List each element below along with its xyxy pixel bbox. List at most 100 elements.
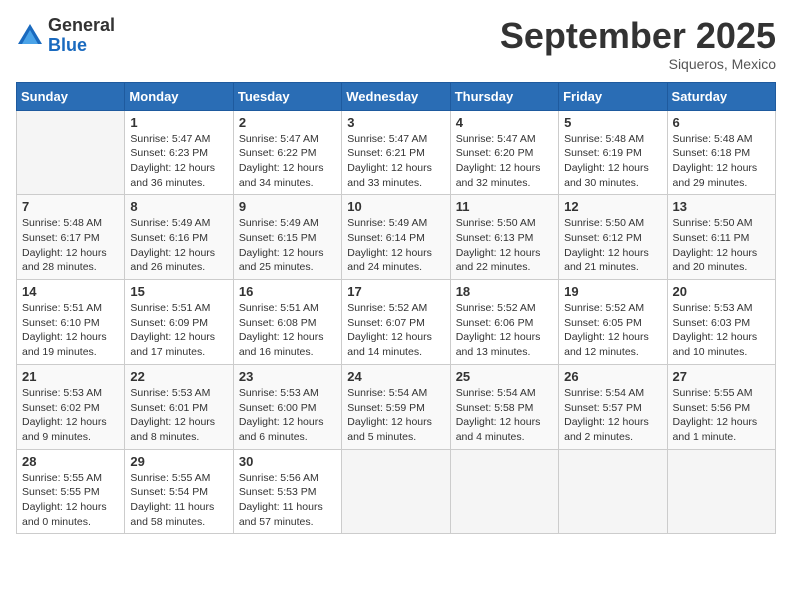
day-info: Sunrise: 5:50 AM Sunset: 6:12 PM Dayligh… — [564, 216, 661, 275]
day-number: 18 — [456, 284, 553, 299]
calendar-cell: 22Sunrise: 5:53 AM Sunset: 6:01 PM Dayli… — [125, 364, 233, 449]
calendar-cell: 28 Sunrise: 5:55 AM Sunset: 5:55 PM Dayli… — [17, 449, 125, 534]
calendar-cell: 11Sunrise: 5:50 AM Sunset: 6:13 PM Dayli… — [450, 195, 558, 280]
day-info: Sunrise: 5:53 AM Sunset: 6:02 PM Dayligh… — [22, 386, 119, 445]
day-number: 5 — [564, 115, 661, 130]
day-info: Sunrise: 5:55 AM Sunset: 5:55 PM Dayligh… — [22, 471, 119, 530]
weekday-header-friday: Friday — [559, 82, 667, 110]
weekday-header-monday: Monday — [125, 82, 233, 110]
day-number: 21 — [22, 369, 119, 384]
day-info: Sunrise: 5:55 AM Sunset: 5:54 PM Dayligh… — [130, 471, 227, 530]
calendar-cell: 18 Sunrise: 5:52 AM Sunset: 6:06 PM Dayli… — [450, 280, 558, 365]
calendar-week-row: 7 Sunrise: 5:48 AM Sunset: 6:17 PM Daylig… — [17, 195, 776, 280]
day-number: 27 — [673, 369, 770, 384]
calendar-cell: 6 Sunrise: 5:48 AM Sunset: 6:18 PM Daylig… — [667, 110, 775, 195]
day-number: 3 — [347, 115, 444, 130]
logo: General Blue — [16, 16, 115, 56]
calendar-cell: 29 Sunrise: 5:55 AM Sunset: 5:54 PM Dayli… — [125, 449, 233, 534]
day-info: Sunrise: 5:52 AM Sunset: 6:05 PM Dayligh… — [564, 301, 661, 360]
calendar-cell — [342, 449, 450, 534]
calendar-cell: 9 Sunrise: 5:49 AM Sunset: 6:15 PM Daylig… — [233, 195, 341, 280]
calendar-week-row: 1 Sunrise: 5:47 AM Sunset: 6:23 PM Daylig… — [17, 110, 776, 195]
location-title: Siqueros, Mexico — [500, 56, 776, 72]
calendar-cell: 3 Sunrise: 5:47 AM Sunset: 6:21 PM Daylig… — [342, 110, 450, 195]
day-info: Sunrise: 5:54 AM Sunset: 5:59 PM Dayligh… — [347, 386, 444, 445]
calendar-cell — [450, 449, 558, 534]
calendar-cell: 16 Sunrise: 5:51 AM Sunset: 6:08 PM Dayli… — [233, 280, 341, 365]
day-number: 24 — [347, 369, 444, 384]
day-info: Sunrise: 5:47 AM Sunset: 6:23 PM Dayligh… — [130, 132, 227, 191]
day-info: Sunrise: 5:49 AM Sunset: 6:14 PM Dayligh… — [347, 216, 444, 275]
calendar-cell: 30Sunrise: 5:56 AM Sunset: 5:53 PM Dayli… — [233, 449, 341, 534]
day-number: 6 — [673, 115, 770, 130]
calendar-cell — [17, 110, 125, 195]
day-info: Sunrise: 5:49 AM Sunset: 6:16 PM Dayligh… — [130, 216, 227, 275]
calendar-cell: 8 Sunrise: 5:49 AM Sunset: 6:16 PM Daylig… — [125, 195, 233, 280]
day-number: 29 — [130, 454, 227, 469]
day-number: 10 — [347, 199, 444, 214]
day-info: Sunrise: 5:53 AM Sunset: 6:01 PM Dayligh… — [130, 386, 227, 445]
day-number: 1 — [130, 115, 227, 130]
day-number: 9 — [239, 199, 336, 214]
calendar-cell: 24 Sunrise: 5:54 AM Sunset: 5:59 PM Dayli… — [342, 364, 450, 449]
calendar-cell: 5 Sunrise: 5:48 AM Sunset: 6:19 PM Daylig… — [559, 110, 667, 195]
day-info: Sunrise: 5:53 AM Sunset: 6:00 PM Dayligh… — [239, 386, 336, 445]
day-number: 30 — [239, 454, 336, 469]
calendar-week-row: 14 Sunrise: 5:51 AM Sunset: 6:10 PM Dayli… — [17, 280, 776, 365]
day-info: Sunrise: 5:47 AM Sunset: 6:22 PM Dayligh… — [239, 132, 336, 191]
day-number: 17 — [347, 284, 444, 299]
calendar-cell: 19Sunrise: 5:52 AM Sunset: 6:05 PM Dayli… — [559, 280, 667, 365]
calendar-cell: 26 Sunrise: 5:54 AM Sunset: 5:57 PM Dayli… — [559, 364, 667, 449]
day-number: 2 — [239, 115, 336, 130]
day-info: Sunrise: 5:53 AM Sunset: 6:03 PM Dayligh… — [673, 301, 770, 360]
day-info: Sunrise: 5:52 AM Sunset: 6:06 PM Dayligh… — [456, 301, 553, 360]
logo-general: General — [48, 16, 115, 36]
day-info: Sunrise: 5:51 AM Sunset: 6:10 PM Dayligh… — [22, 301, 119, 360]
calendar-week-row: 21 Sunrise: 5:53 AM Sunset: 6:02 PM Dayli… — [17, 364, 776, 449]
calendar-cell — [559, 449, 667, 534]
logo-icon — [16, 22, 44, 50]
calendar-cell: 14 Sunrise: 5:51 AM Sunset: 6:10 PM Dayli… — [17, 280, 125, 365]
day-number: 23 — [239, 369, 336, 384]
day-info: Sunrise: 5:49 AM Sunset: 6:15 PM Dayligh… — [239, 216, 336, 275]
day-number: 11 — [456, 199, 553, 214]
calendar-cell: 12 Sunrise: 5:50 AM Sunset: 6:12 PM Dayli… — [559, 195, 667, 280]
month-year-title: September 2025 — [500, 16, 776, 56]
day-number: 7 — [22, 199, 119, 214]
day-number: 12 — [564, 199, 661, 214]
day-number: 16 — [239, 284, 336, 299]
day-number: 13 — [673, 199, 770, 214]
calendar-week-row: 28 Sunrise: 5:55 AM Sunset: 5:55 PM Dayli… — [17, 449, 776, 534]
day-number: 8 — [130, 199, 227, 214]
calendar-cell: 10 Sunrise: 5:49 AM Sunset: 6:14 PM Dayli… — [342, 195, 450, 280]
day-info: Sunrise: 5:54 AM Sunset: 5:57 PM Dayligh… — [564, 386, 661, 445]
calendar-cell: 21 Sunrise: 5:53 AM Sunset: 6:02 PM Dayli… — [17, 364, 125, 449]
day-info: Sunrise: 5:47 AM Sunset: 6:20 PM Dayligh… — [456, 132, 553, 191]
day-info: Sunrise: 5:50 AM Sunset: 6:11 PM Dayligh… — [673, 216, 770, 275]
day-number: 26 — [564, 369, 661, 384]
day-number: 28 — [22, 454, 119, 469]
day-info: Sunrise: 5:55 AM Sunset: 5:56 PM Dayligh… — [673, 386, 770, 445]
day-info: Sunrise: 5:52 AM Sunset: 6:07 PM Dayligh… — [347, 301, 444, 360]
day-info: Sunrise: 5:51 AM Sunset: 6:08 PM Dayligh… — [239, 301, 336, 360]
calendar-cell: 2 Sunrise: 5:47 AM Sunset: 6:22 PM Daylig… — [233, 110, 341, 195]
day-info: Sunrise: 5:47 AM Sunset: 6:21 PM Dayligh… — [347, 132, 444, 191]
calendar-cell: 7 Sunrise: 5:48 AM Sunset: 6:17 PM Daylig… — [17, 195, 125, 280]
day-info: Sunrise: 5:48 AM Sunset: 6:18 PM Dayligh… — [673, 132, 770, 191]
calendar-cell: 4Sunrise: 5:47 AM Sunset: 6:20 PM Daylig… — [450, 110, 558, 195]
day-number: 14 — [22, 284, 119, 299]
day-info: Sunrise: 5:54 AM Sunset: 5:58 PM Dayligh… — [456, 386, 553, 445]
calendar-cell: 13 Sunrise: 5:50 AM Sunset: 6:11 PM Dayli… — [667, 195, 775, 280]
day-info: Sunrise: 5:48 AM Sunset: 6:17 PM Dayligh… — [22, 216, 119, 275]
page-header: General Blue September 2025 Siqueros, Me… — [16, 16, 776, 72]
calendar-cell: 17 Sunrise: 5:52 AM Sunset: 6:07 PM Dayli… — [342, 280, 450, 365]
weekday-header-tuesday: Tuesday — [233, 82, 341, 110]
logo-blue: Blue — [48, 36, 115, 56]
weekday-header-wednesday: Wednesday — [342, 82, 450, 110]
calendar-table: SundayMondayTuesdayWednesdayThursdayFrid… — [16, 82, 776, 535]
day-info: Sunrise: 5:48 AM Sunset: 6:19 PM Dayligh… — [564, 132, 661, 191]
calendar-cell: 27 Sunrise: 5:55 AM Sunset: 5:56 PM Dayli… — [667, 364, 775, 449]
calendar-cell: 15Sunrise: 5:51 AM Sunset: 6:09 PM Dayli… — [125, 280, 233, 365]
weekday-header-thursday: Thursday — [450, 82, 558, 110]
day-number: 25 — [456, 369, 553, 384]
